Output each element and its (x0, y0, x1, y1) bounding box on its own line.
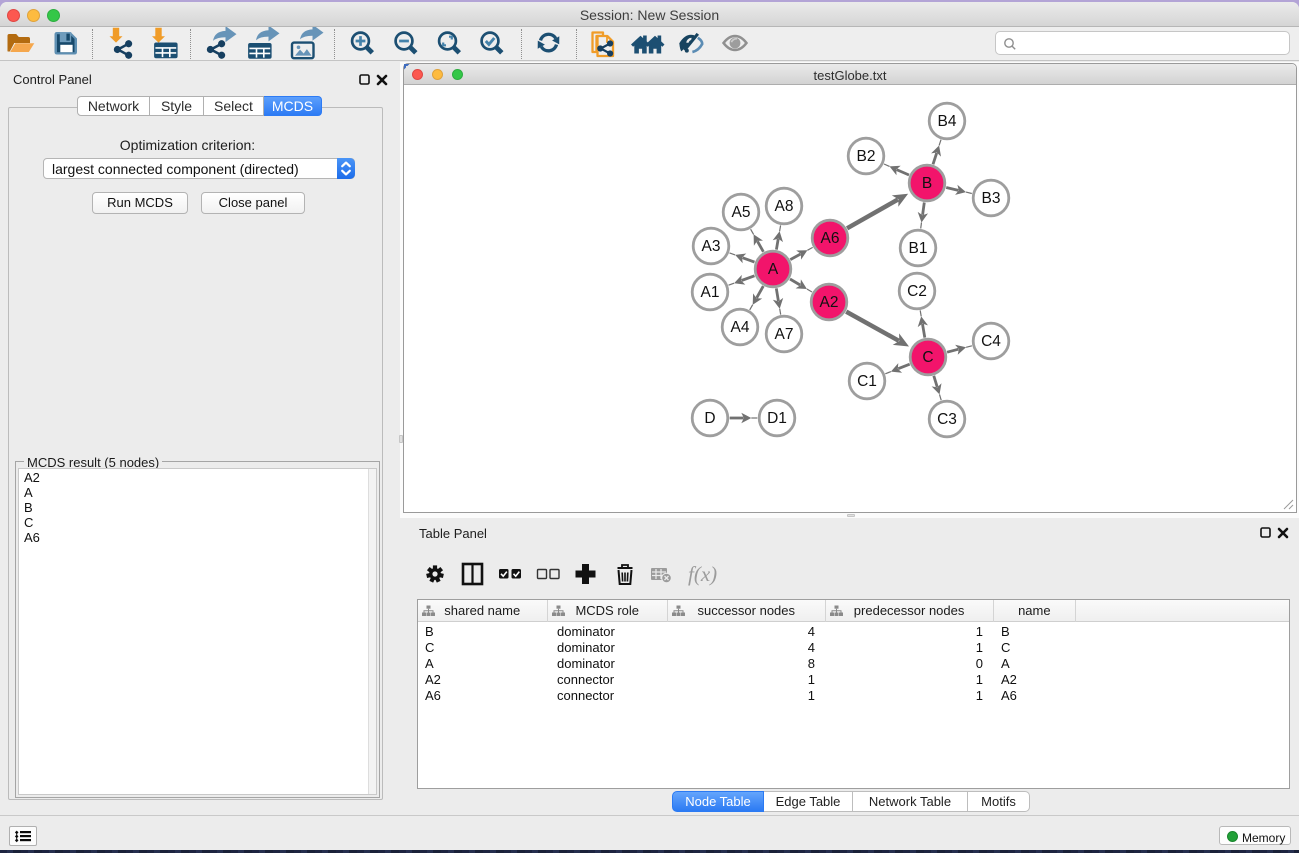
svg-text:B4: B4 (938, 113, 957, 130)
svg-text:A2: A2 (820, 294, 839, 311)
svg-text:A6: A6 (821, 230, 840, 247)
svg-text:A3: A3 (702, 238, 721, 255)
svg-text:C2: C2 (907, 283, 927, 300)
svg-text:C1: C1 (857, 373, 877, 390)
svg-text:A8: A8 (775, 198, 794, 215)
svg-text:D: D (704, 410, 715, 427)
svg-text:A7: A7 (775, 326, 794, 343)
svg-text:A: A (768, 261, 779, 278)
svg-text:B: B (922, 175, 932, 192)
svg-text:B3: B3 (982, 190, 1001, 207)
svg-text:C4: C4 (981, 333, 1001, 350)
svg-text:f(x): f(x) (688, 562, 717, 586)
svg-text:A5: A5 (732, 204, 751, 221)
svg-text:A4: A4 (731, 319, 750, 336)
svg-text:B2: B2 (857, 148, 876, 165)
svg-text:B1: B1 (909, 240, 928, 257)
svg-text:C3: C3 (937, 411, 957, 428)
svg-text:C: C (922, 349, 933, 366)
svg-text:D1: D1 (767, 410, 787, 427)
svg-text:A1: A1 (701, 284, 720, 301)
